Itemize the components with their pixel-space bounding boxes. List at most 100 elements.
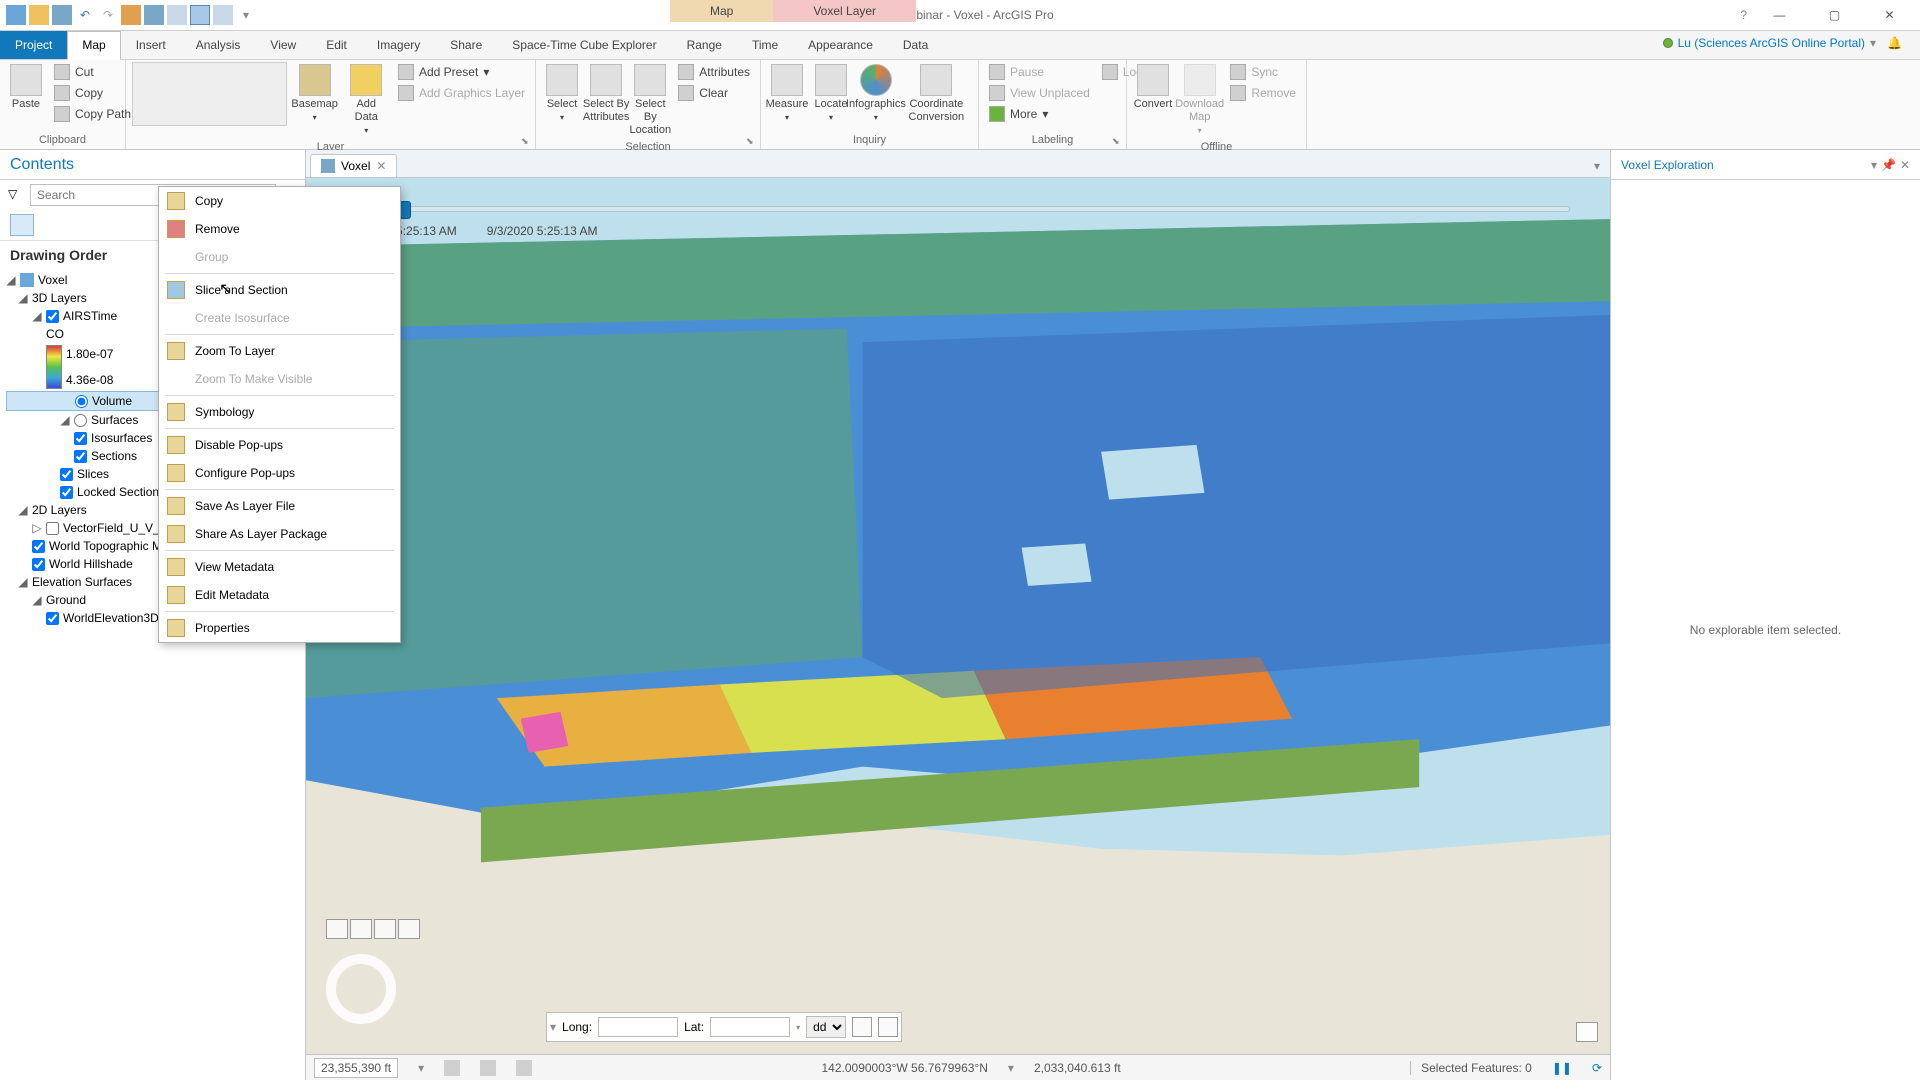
pause-draw-icon[interactable]: ❚❚ [1552,1061,1572,1075]
cut-button[interactable]: Cut [50,62,135,82]
airstime-checkbox[interactable] [46,310,59,323]
cm-disable-popup[interactable]: Disable Pop-ups [159,431,400,459]
scale-input[interactable]: 23,355,390 ft [314,1058,398,1078]
sections-checkbox[interactable] [74,450,87,463]
cm-zoom-layer[interactable]: Zoom To Layer [159,337,400,365]
nav-extent[interactable] [350,919,372,939]
cm-symbology[interactable]: Symbology [159,398,400,426]
explore-tools[interactable] [132,62,287,126]
qat-btn6[interactable] [144,5,164,25]
cm-share-pkg[interactable]: Share As Layer Package [159,520,400,548]
isosurfaces-checkbox[interactable] [74,432,87,445]
tab-insert[interactable]: Insert [121,31,181,59]
qat-undo[interactable]: ↶ [75,5,95,25]
qat-btn5[interactable] [121,5,141,25]
qat-new[interactable] [6,5,26,25]
cm-copy[interactable]: Copy [159,187,400,215]
cm-save-layer[interactable]: Save As Layer File [159,492,400,520]
surfaces-radio[interactable] [74,414,87,427]
vector-checkbox[interactable] [46,522,59,535]
remove-button[interactable]: Remove [1226,83,1300,103]
cm-properties[interactable]: Properties [159,614,400,642]
download-map-button[interactable]: Download Map▾ [1177,62,1222,139]
measure-button[interactable]: Measure▾ [767,62,807,126]
more-button[interactable]: More ▾ [985,104,1094,124]
labeling-launcher[interactable]: ⬊ [1112,136,1124,148]
slices-checkbox[interactable] [60,468,73,481]
tab-range[interactable]: Range [672,31,737,59]
coord-tool-button[interactable] [878,1017,898,1037]
tab-view[interactable]: View [255,31,311,59]
select-loc-button[interactable]: Select By Location [630,62,670,139]
pause-button[interactable]: Pause [985,62,1094,82]
qat-btn9[interactable] [213,5,233,25]
cm-remove[interactable]: Remove [159,215,400,243]
status-icon-1[interactable] [444,1060,460,1076]
view-drawing-order[interactable] [10,214,34,236]
tab-share[interactable]: Share [435,31,497,59]
view-unplaced-button[interactable]: View Unplaced [985,83,1094,103]
clear-button[interactable]: Clear [674,83,754,103]
basemap-button[interactable]: Basemap▾ [291,62,339,126]
time-slider[interactable]: 9/2/2020 5:25:13 AM 9/3/2020 5:25:13 AM [346,198,1570,238]
tab-appearance[interactable]: Appearance [793,31,888,59]
tab-analysis[interactable]: Analysis [181,31,256,59]
notification-icon[interactable]: 🔔 [1887,36,1902,50]
topo-checkbox[interactable] [32,540,45,553]
add-data-button[interactable]: Add Data▾ [343,62,390,139]
minimize-button[interactable]: — [1757,0,1802,30]
tab-dropdown[interactable]: ▾ [1584,155,1610,177]
nav-pedestrian[interactable] [374,919,396,939]
qat-open[interactable] [29,5,49,25]
view-selection[interactable] [70,214,94,236]
context-tab-voxel[interactable]: Voxel Layer [773,0,916,22]
tab-data[interactable]: Data [888,31,943,59]
filter-icon[interactable]: ▽ [8,187,24,203]
context-tab-map[interactable]: Map [670,0,773,22]
qat-redo[interactable]: ↷ [98,5,118,25]
qat-customize[interactable]: ▾ [236,5,256,25]
tab-imagery[interactable]: Imagery [362,31,435,59]
nav-up[interactable] [326,919,348,939]
long-input[interactable] [598,1017,678,1037]
add-preset-button[interactable]: Add Preset ▾ [394,62,529,82]
attributes-button[interactable]: Attributes [674,62,754,82]
refresh-icon[interactable]: ⟳ [1592,1061,1602,1075]
selected-features[interactable]: Selected Features: 0 [1410,1061,1532,1075]
lat-input[interactable] [710,1017,790,1037]
goto-button[interactable] [852,1017,872,1037]
document-tab-voxel[interactable]: Voxel ✕ [310,154,397,177]
volume-radio[interactable] [75,395,88,408]
tab-time[interactable]: Time [737,31,793,59]
cm-edit-metadata[interactable]: Edit Metadata [159,581,400,609]
tab-project[interactable]: Project [0,31,67,59]
coord-toggle[interactable]: ▾ [550,1020,556,1034]
portal-user[interactable]: Lu (Sciences ArcGIS Online Portal) ▾ 🔔 [1653,36,1912,50]
cm-config-popup[interactable]: Configure Pop-ups [159,459,400,487]
tab-stcube[interactable]: Space-Time Cube Explorer [497,31,671,59]
snapshot-button[interactable] [1576,1022,1598,1042]
select-button[interactable]: Select▾ [542,62,582,126]
locate-button[interactable]: Locate▾ [811,62,851,126]
pane-menu-icon[interactable]: ▾ [1871,158,1877,172]
hillshade-checkbox[interactable] [32,558,45,571]
copy-button[interactable]: Copy [50,83,135,103]
layer-launcher[interactable]: ⬊ [521,136,533,148]
qat-btn8[interactable] [190,5,210,25]
maximize-button[interactable]: ▢ [1812,0,1857,30]
qat-btn7[interactable] [167,5,187,25]
status-icon-3[interactable] [516,1060,532,1076]
select-attr-button[interactable]: Select By Attributes [586,62,626,126]
selection-launcher[interactable]: ⬊ [746,136,758,148]
nav-options[interactable] [398,919,420,939]
close-tab-icon[interactable]: ✕ [376,159,386,173]
copy-path-button[interactable]: Copy Path [50,104,135,124]
close-button[interactable]: ✕ [1867,0,1912,30]
pane-close-icon[interactable]: ✕ [1900,158,1910,172]
coord-button[interactable]: Coordinate Conversion [901,62,972,126]
tab-map[interactable]: Map [67,31,120,60]
view-source[interactable] [40,214,64,236]
sync-button[interactable]: Sync [1226,62,1300,82]
paste-button[interactable]: Paste [6,62,46,113]
unit-select[interactable]: dd [806,1016,846,1038]
